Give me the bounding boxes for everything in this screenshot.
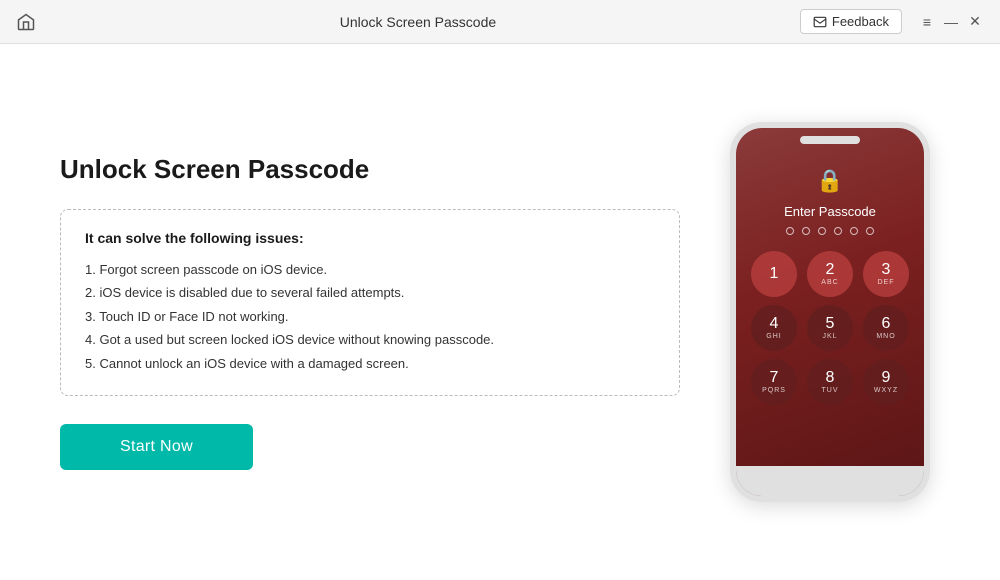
- num-main: 2: [826, 262, 835, 278]
- phone-screen: 🔒 Enter Passcode 12ABC3DEF4GHI5JKL6MNO7P…: [736, 128, 924, 496]
- num-main: 7: [770, 370, 779, 386]
- left-panel: Unlock Screen Passcode It can solve the …: [60, 154, 720, 470]
- num-main: 3: [882, 262, 891, 278]
- num-btn-5[interactable]: 5JKL: [807, 305, 853, 351]
- page-title: Unlock Screen Passcode: [60, 154, 680, 185]
- list-item: 3. Touch ID or Face ID not working.: [85, 305, 655, 328]
- num-main: 8: [826, 370, 835, 386]
- titlebar: Unlock Screen Passcode Feedback ≡ — ✕: [0, 0, 1000, 44]
- minimize-button[interactable]: —: [942, 13, 960, 31]
- num-btn-8[interactable]: 8TUV: [807, 359, 853, 405]
- issues-box: It can solve the following issues: 1. Fo…: [60, 209, 680, 396]
- feedback-label: Feedback: [832, 14, 889, 29]
- mail-icon: [813, 15, 827, 29]
- num-btn-4[interactable]: 4GHI: [751, 305, 797, 351]
- num-sub: MNO: [876, 333, 895, 340]
- num-main: 6: [882, 316, 891, 332]
- feedback-button[interactable]: Feedback: [800, 9, 902, 34]
- num-main: 1: [770, 266, 779, 282]
- issues-list: 1. Forgot screen passcode on iOS device.…: [85, 258, 655, 375]
- numpad: 12ABC3DEF4GHI5JKL6MNO7PQRS8TUV9WXYZ: [736, 251, 924, 405]
- start-now-button[interactable]: Start Now: [60, 424, 253, 470]
- list-item: 1. Forgot screen passcode on iOS device.: [85, 258, 655, 281]
- right-panel: 🔒 Enter Passcode 12ABC3DEF4GHI5JKL6MNO7P…: [720, 122, 940, 502]
- num-main: 9: [882, 370, 891, 386]
- num-btn-7[interactable]: 7PQRS: [751, 359, 797, 405]
- menu-button[interactable]: ≡: [918, 13, 936, 31]
- num-sub: WXYZ: [874, 387, 898, 394]
- titlebar-right: Feedback ≡ — ✕: [800, 9, 984, 34]
- num-sub: GHI: [766, 333, 781, 340]
- num-sub: PQRS: [762, 387, 786, 394]
- num-btn-1[interactable]: 1: [751, 251, 797, 297]
- dot: [786, 227, 794, 235]
- passcode-dots: [786, 227, 874, 235]
- titlebar-left: [16, 12, 36, 32]
- app-title: Unlock Screen Passcode: [340, 14, 496, 30]
- dot: [802, 227, 810, 235]
- issues-heading: It can solve the following issues:: [85, 230, 655, 246]
- phone-notch: [800, 136, 860, 144]
- main-content: Unlock Screen Passcode It can solve the …: [0, 44, 1000, 580]
- lock-icon: 🔒: [816, 168, 843, 194]
- dot: [850, 227, 858, 235]
- num-btn-6[interactable]: 6MNO: [863, 305, 909, 351]
- num-sub: ABC: [821, 279, 838, 286]
- num-sub: JKL: [822, 333, 837, 340]
- phone-bottom: [736, 466, 924, 496]
- home-icon[interactable]: [16, 12, 36, 32]
- list-item: 5. Cannot unlock an iOS device with a da…: [85, 352, 655, 375]
- window-controls: ≡ — ✕: [918, 13, 984, 31]
- phone-mockup: 🔒 Enter Passcode 12ABC3DEF4GHI5JKL6MNO7P…: [730, 122, 930, 502]
- num-btn-2[interactable]: 2ABC: [807, 251, 853, 297]
- num-main: 4: [770, 316, 779, 332]
- list-item: 4. Got a used but screen locked iOS devi…: [85, 328, 655, 351]
- enter-passcode-text: Enter Passcode: [784, 204, 876, 219]
- dot: [818, 227, 826, 235]
- dot: [866, 227, 874, 235]
- close-button[interactable]: ✕: [966, 13, 984, 31]
- num-btn-3[interactable]: 3DEF: [863, 251, 909, 297]
- list-item: 2. iOS device is disabled due to several…: [85, 281, 655, 304]
- num-sub: TUV: [822, 387, 839, 394]
- num-main: 5: [826, 316, 835, 332]
- num-sub: DEF: [878, 279, 895, 286]
- num-btn-9[interactable]: 9WXYZ: [863, 359, 909, 405]
- dot: [834, 227, 842, 235]
